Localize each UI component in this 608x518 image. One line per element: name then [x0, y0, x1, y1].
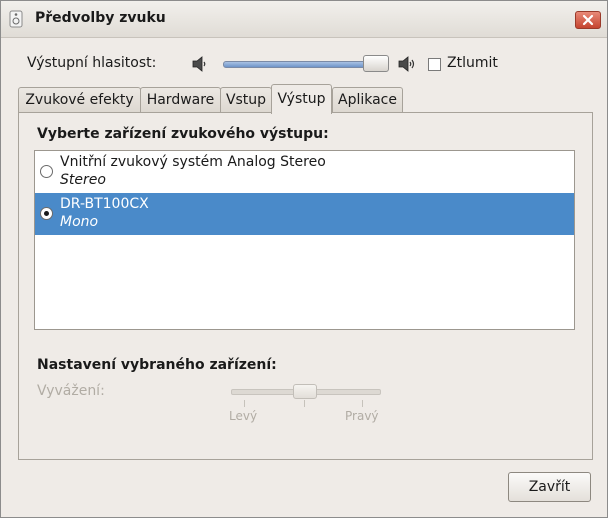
tab-output[interactable]: Výstup [271, 84, 332, 114]
close-icon [582, 14, 594, 26]
balance-tick-center [304, 400, 305, 407]
window-title: Předvolby zvuku [35, 10, 166, 26]
output-device-list[interactable]: Vnitřní zvukový systém Analog Stereo Ste… [34, 150, 575, 330]
device-name: Vnitřní zvukový systém Analog Stereo [60, 154, 326, 170]
output-device-heading: Vyberte zařízení zvukového výstupu: [37, 126, 329, 142]
list-item-device-dr-bt100cx[interactable]: DR-BT100CX Mono [35, 193, 574, 235]
close-button[interactable]: Zavřít [508, 472, 591, 502]
balance-right-label: Pravý [345, 409, 379, 423]
tab-applications[interactable]: Aplikace [332, 87, 403, 112]
device-profile: Mono [60, 214, 99, 230]
balance-left-label: Levý [229, 409, 258, 423]
balance-label: Vyvážení: [37, 383, 105, 399]
mute-checkbox[interactable] [428, 58, 441, 71]
output-volume-slider-handle[interactable] [363, 55, 389, 72]
device-radio-dr-bt100cx[interactable] [40, 207, 53, 220]
selected-device-settings-heading: Nastavení vybraného zařízení: [37, 357, 277, 373]
tab-input[interactable]: Vstup [220, 87, 272, 112]
volume-high-icon [398, 56, 415, 72]
balance-tick-left [244, 400, 245, 407]
device-radio-analog-stereo[interactable] [40, 165, 53, 178]
volume-low-icon [192, 56, 206, 72]
device-name: DR-BT100CX [60, 196, 149, 212]
window-close-button[interactable] [575, 11, 601, 29]
output-tab-panel: Vyberte zařízení zvukového výstupu: Vnit… [18, 112, 593, 460]
title-bar[interactable]: Předvolby zvuku [1, 1, 607, 38]
output-volume-label: Výstupní hlasitost: [27, 55, 157, 71]
tab-hardware[interactable]: Hardware [140, 87, 221, 112]
balance-tick-right [362, 400, 363, 407]
mute-label[interactable]: Ztlumit [447, 55, 498, 71]
device-profile: Stereo [60, 172, 106, 188]
list-item-device-analog-stereo[interactable]: Vnitřní zvukový systém Analog Stereo Ste… [35, 151, 574, 193]
balance-slider-handle[interactable] [293, 384, 317, 399]
speaker-app-icon [9, 10, 23, 28]
sound-preferences-window: Předvolby zvuku Výstupní hlasitost: Ztlu… [0, 0, 608, 518]
tab-sound-effects[interactable]: Zvukové efekty [18, 87, 141, 112]
